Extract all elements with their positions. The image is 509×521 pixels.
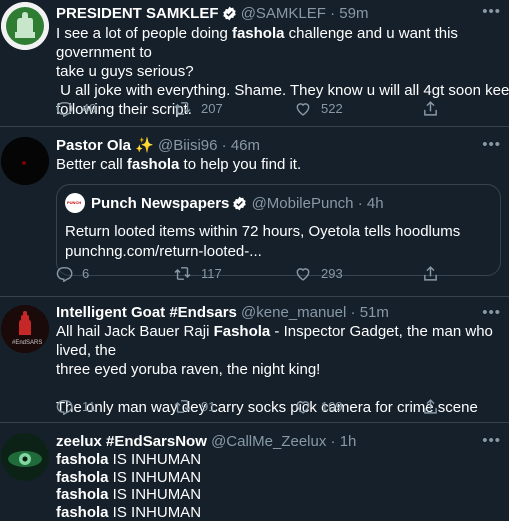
- retweet-count: 91: [201, 399, 216, 414]
- share-icon: [422, 100, 439, 117]
- separator-dot: ·: [357, 195, 363, 212]
- quoted-author-name: Punch Newspapers: [91, 195, 230, 212]
- heart-icon: [294, 398, 312, 415]
- quoted-avatar: PUNCH: [65, 193, 85, 213]
- text-line: fashola IS INHUMAN: [56, 486, 202, 503]
- tweet[interactable]: Pastor Ola ✨ @Biisi96 · 46m ••• Better c…: [0, 127, 509, 297]
- avatar-caption: #EndSARS: [12, 340, 43, 346]
- author-handle[interactable]: @kene_manuel: [241, 304, 346, 321]
- avatar-image: [1, 137, 49, 185]
- quoted-tweet-text: Return looted items within 72 hours, Oye…: [65, 222, 492, 262]
- retweet-button[interactable]: 91: [173, 398, 215, 415]
- like-count: 109: [321, 399, 343, 414]
- author-name[interactable]: PRESIDENT SAMKLEF: [56, 5, 219, 22]
- avatar[interactable]: [1, 2, 49, 50]
- tweet-time[interactable]: 59m: [339, 5, 368, 22]
- tweet-text: fashola IS INHUMAN fashola IS INHUMAN fa…: [56, 451, 507, 521]
- author-name[interactable]: Pastor Ola ✨: [56, 137, 154, 154]
- tweet-time[interactable]: 1h: [340, 433, 357, 450]
- like-button[interactable]: 109: [294, 398, 343, 415]
- tweet-text: Better call fashola to help you find it.: [56, 155, 507, 174]
- like-button[interactable]: 522: [294, 100, 343, 117]
- reply-icon: [56, 100, 73, 117]
- tweet-actions: 49 207 522: [56, 100, 449, 120]
- text-line: fashola IS INHUMAN: [56, 468, 202, 486]
- separator-dot: ·: [330, 433, 336, 450]
- avatar-image: [1, 2, 49, 50]
- tweet-actions: 6 117 293: [56, 265, 449, 285]
- text-line: fashola IS INHUMAN: [56, 451, 202, 468]
- verified-badge-icon: [232, 196, 247, 217]
- heart-icon: [294, 265, 312, 282]
- tweet[interactable]: PRESIDENT SAMKLEF @SAMKLEF · 59m ••• I s…: [0, 0, 509, 127]
- text-line: fashola IS INHUMAN: [56, 503, 202, 521]
- reply-count: 11: [82, 399, 96, 414]
- like-count: 522: [321, 101, 343, 116]
- tweet-actions: 11 91 109: [56, 398, 449, 418]
- tweet-header: zeelux #EndSarsNow @CallMe_Zeelux · 1h: [56, 432, 487, 452]
- retweet-button[interactable]: 207: [173, 100, 223, 117]
- more-horizontal-icon[interactable]: •••: [482, 305, 501, 320]
- quoted-author-handle: @MobilePunch: [251, 195, 354, 212]
- text-line: Better call fashola to help you find it.: [56, 156, 302, 173]
- text-line: take u guys serious?: [56, 63, 194, 80]
- share-button[interactable]: [422, 100, 439, 117]
- text-line: I see a lot of people doing fashola chal…: [56, 25, 458, 61]
- author-name[interactable]: zeelux #EndSarsNow: [56, 433, 207, 450]
- retweet-count: 117: [201, 266, 222, 281]
- share-icon: [422, 265, 439, 282]
- more-horizontal-icon[interactable]: •••: [482, 137, 501, 152]
- retweet-count: 207: [201, 101, 223, 116]
- author-name[interactable]: Intelligent Goat #Endsars: [56, 304, 237, 321]
- retweet-icon: [173, 398, 192, 415]
- text-line: [56, 379, 507, 398]
- separator-dot: ·: [221, 137, 227, 154]
- like-button[interactable]: 293: [294, 265, 343, 282]
- text-line: All hail Jack Bauer Raji Fashola - Inspe…: [56, 323, 493, 359]
- tweet[interactable]: zeelux #EndSarsNow @CallMe_Zeelux · 1h •…: [0, 423, 509, 521]
- like-count: 293: [321, 266, 343, 281]
- quoted-tweet-time: 4h: [366, 195, 384, 212]
- reply-button[interactable]: 49: [56, 100, 96, 117]
- tweet-time[interactable]: 51m: [360, 304, 389, 321]
- reply-icon: [56, 398, 73, 415]
- more-horizontal-icon[interactable]: •••: [482, 433, 501, 448]
- tweet-header: Pastor Ola ✨ @Biisi96 · 46m: [56, 136, 487, 156]
- reply-button[interactable]: 6: [56, 265, 89, 282]
- avatar[interactable]: [1, 433, 49, 481]
- share-button[interactable]: [422, 398, 439, 415]
- tweet[interactable]: #EndSARS Intelligent Goat #Endsars @kene…: [0, 297, 509, 423]
- share-icon: [422, 398, 439, 415]
- share-button[interactable]: [422, 265, 439, 282]
- text-line: three eyed yoruba raven, the night king!: [56, 361, 321, 378]
- retweet-icon: [173, 100, 192, 117]
- avatar-image: [1, 433, 49, 481]
- author-handle[interactable]: @Biisi96: [158, 137, 217, 154]
- author-handle[interactable]: @SAMKLEF: [241, 5, 326, 22]
- avatar[interactable]: #EndSARS: [1, 305, 49, 353]
- quoted-tweet-header: PUNCH Punch Newspapers @MobilePunch · 4h: [65, 193, 384, 217]
- avatar[interactable]: [1, 137, 49, 185]
- reply-count: 49: [82, 101, 97, 116]
- author-handle[interactable]: @CallMe_Zeelux: [211, 433, 326, 450]
- retweet-button[interactable]: 117: [173, 265, 222, 282]
- quoted-tweet[interactable]: PUNCH Punch Newspapers @MobilePunch · 4h …: [56, 184, 501, 276]
- retweet-icon: [173, 265, 192, 282]
- text-line: U all joke with everything. Shame. They …: [56, 82, 509, 99]
- reply-icon: [56, 265, 73, 282]
- separator-dot: ·: [350, 304, 356, 321]
- text-line: Return looted items within 72 hours, Oye…: [65, 223, 461, 240]
- separator-dot: ·: [330, 5, 336, 22]
- quoted-link: punchng.com/return-looted-...: [65, 243, 262, 260]
- heart-icon: [294, 100, 312, 117]
- reply-count: 6: [82, 266, 90, 281]
- more-horizontal-icon[interactable]: •••: [482, 4, 501, 19]
- tweet-header: Intelligent Goat #Endsars @kene_manuel ·…: [56, 303, 487, 323]
- reply-button[interactable]: 11: [56, 398, 96, 415]
- tweet-time[interactable]: 46m: [231, 137, 260, 154]
